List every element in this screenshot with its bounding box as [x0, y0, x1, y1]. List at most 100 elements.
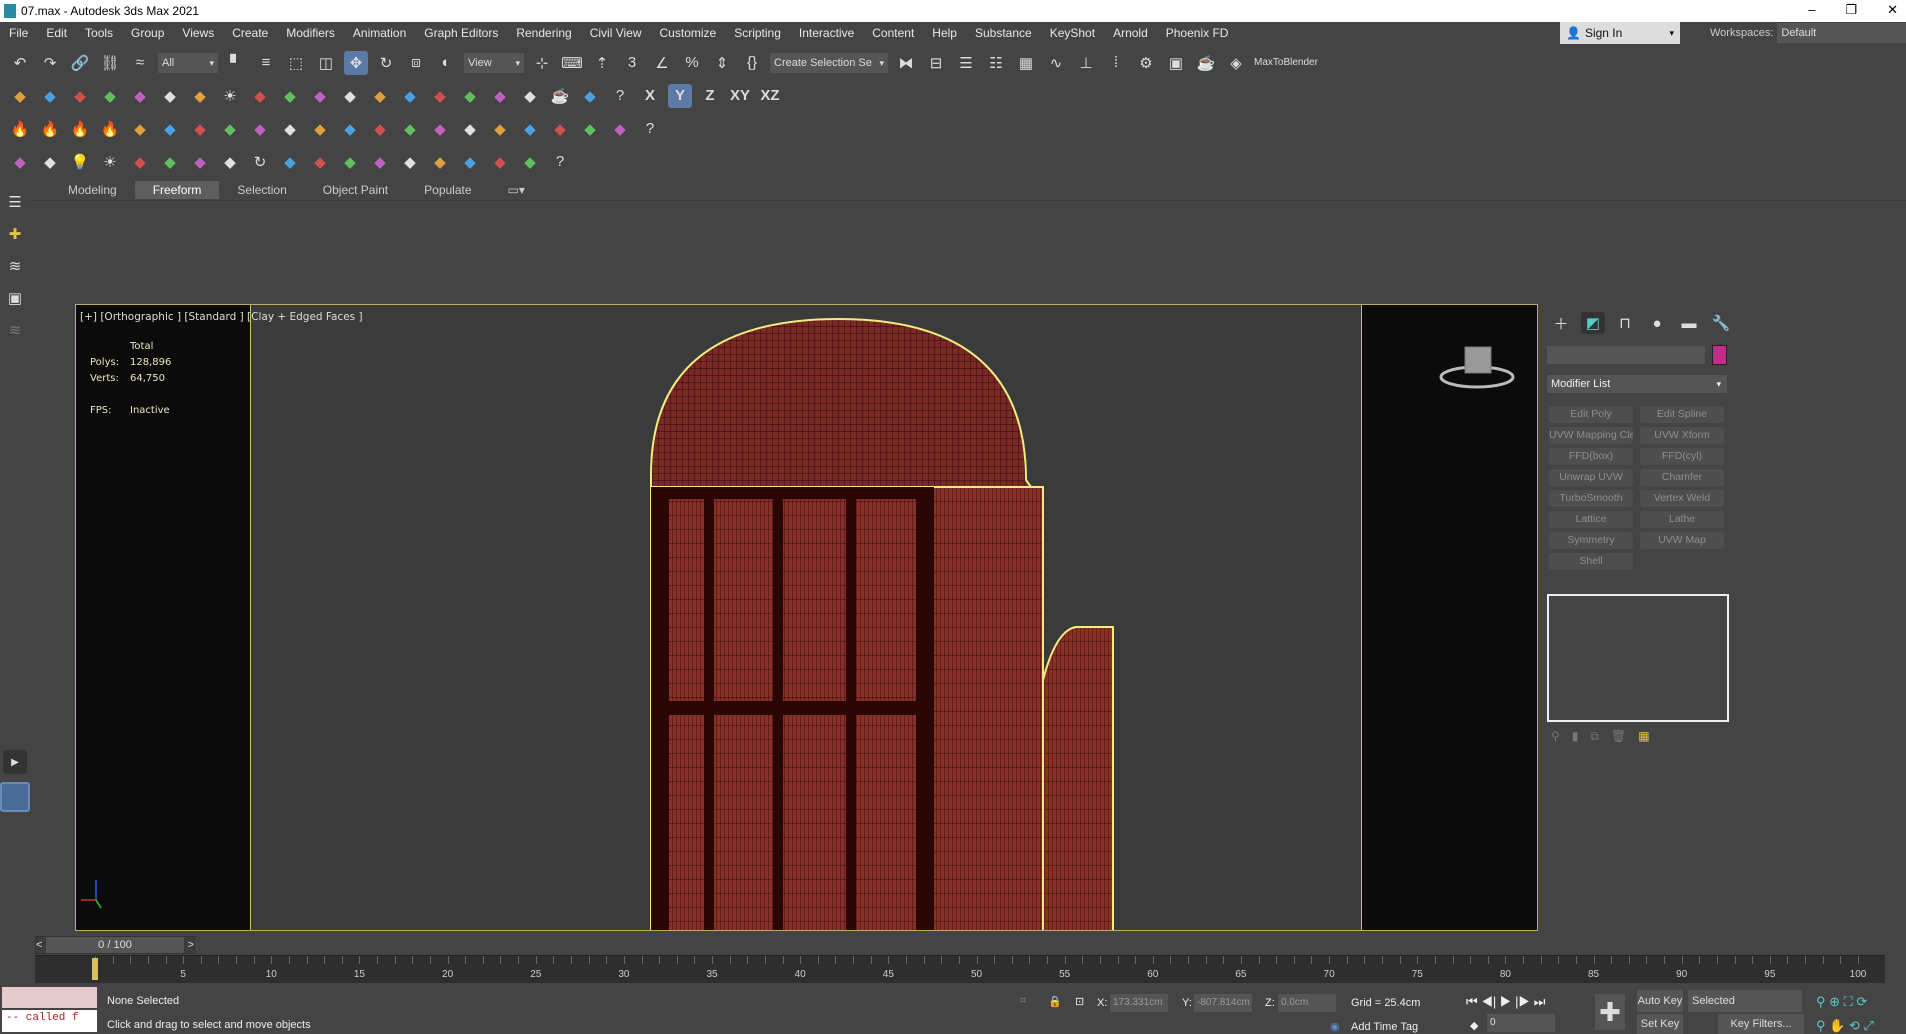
wave-icon[interactable]: ◆: [548, 117, 572, 141]
absolute-mode-icon[interactable]: ⊡: [1075, 995, 1084, 1008]
create-icon[interactable]: ✚: [3, 222, 27, 246]
viewport-nav-controls-2[interactable]: ⚲ ✋ ⟲ ⤢: [1816, 1018, 1874, 1034]
reference-coordinate-dropdown[interactable]: View: [464, 52, 524, 73]
select-icon[interactable]: ▣: [3, 286, 27, 310]
curve-editor-icon[interactable]: ∿: [1044, 51, 1068, 75]
close-button[interactable]: ✕: [1887, 0, 1898, 20]
playback-controls[interactable]: ⏮ ◀| ▶ |▶ ⏭: [1466, 994, 1545, 1010]
modifier-button-symmetry[interactable]: Symmetry: [1549, 532, 1633, 549]
list-icon[interactable]: ◆: [518, 150, 542, 174]
pin-stack-icon[interactable]: ⚲: [1551, 729, 1560, 744]
make-unique-icon[interactable]: ⧉: [1590, 729, 1599, 744]
tab-freeform[interactable]: Freeform: [134, 181, 220, 199]
scale-icon[interactable]: ⧈: [404, 51, 428, 75]
cloud-icon[interactable]: ◆: [218, 117, 242, 141]
selection-filter-dropdown[interactable]: All: [158, 52, 218, 73]
menu-tools[interactable]: Tools: [76, 26, 122, 40]
menu-group[interactable]: Group: [122, 26, 173, 40]
tab-selection[interactable]: Selection: [219, 181, 304, 199]
cone-icon[interactable]: ◆: [188, 84, 212, 108]
link-icon[interactable]: 🔗: [68, 51, 92, 75]
foam-icon[interactable]: ◆: [518, 117, 542, 141]
rotate-icon[interactable]: ↻: [374, 51, 398, 75]
menu-keyshot[interactable]: KeyShot: [1041, 26, 1104, 40]
menu-views[interactable]: Views: [173, 26, 223, 40]
viewport-nav-controls[interactable]: ⚲ ⊕ ⛶ ⟳: [1816, 994, 1867, 1010]
tab-object-paint[interactable]: Object Paint: [305, 181, 406, 199]
angle-snap-icon[interactable]: ∠: [650, 51, 674, 75]
isolate-icon[interactable]: ⌗: [1020, 995, 1026, 1008]
display-icon[interactable]: ▬: [1677, 312, 1701, 334]
select-object-icon[interactable]: ▘: [224, 51, 248, 75]
object-color-swatch[interactable]: [1712, 345, 1727, 365]
modifier-button-uvw-mapping-cle[interactable]: UVW Mapping Cle: [1549, 427, 1633, 444]
y-coordinate[interactable]: -807.814cm: [1194, 994, 1252, 1012]
maxtoblender-label[interactable]: MaxToBlender: [1254, 57, 1318, 68]
menu-content[interactable]: Content: [863, 26, 923, 40]
ribbon-options-icon[interactable]: ▭▾: [490, 181, 543, 199]
sun-icon[interactable]: ☀: [218, 84, 242, 108]
geo-sphere-icon[interactable]: ◆: [278, 84, 302, 108]
box-icon[interactable]: ◆: [68, 84, 92, 108]
modifier-button-edit-spline[interactable]: Edit Spline: [1640, 406, 1724, 423]
layer-explorer-icon[interactable]: ☷: [984, 51, 1008, 75]
menu-civil-view[interactable]: Civil View: [581, 26, 651, 40]
menu-phoenix-fd[interactable]: Phoenix FD: [1157, 26, 1238, 40]
camera-icon[interactable]: ◆: [128, 84, 152, 108]
modifier-stack[interactable]: [1547, 594, 1729, 722]
lock-icon[interactable]: 🔒: [1048, 995, 1062, 1008]
light-icon[interactable]: ◆: [98, 84, 122, 108]
modifier-button-chamfer[interactable]: Chamfer: [1640, 469, 1724, 486]
key-mode-icon[interactable]: ◆: [1470, 1019, 1478, 1032]
object-name-field[interactable]: [1547, 346, 1705, 364]
auto-key-button[interactable]: Auto Key: [1637, 990, 1683, 1012]
selection-lock-icon[interactable]: ⇡: [590, 51, 614, 75]
edit-named-sets-icon[interactable]: {}: [740, 51, 764, 75]
mesh-icon[interactable]: ◆: [428, 84, 452, 108]
scene-explorer-icon[interactable]: ☰: [3, 190, 27, 214]
sphere-emitter-icon[interactable]: ◆: [458, 117, 482, 141]
hair-icon[interactable]: ◆: [398, 84, 422, 108]
add-time-tag[interactable]: Add Time Tag: [1351, 1021, 1418, 1033]
particle-icon[interactable]: ◆: [308, 84, 332, 108]
scene-explorer-icon[interactable]: ☰: [954, 51, 978, 75]
ribbon-toggle-icon[interactable]: ▦: [1014, 51, 1038, 75]
keyboard-shortcut-icon[interactable]: ⌨: [560, 51, 584, 75]
mirror-icon[interactable]: ⧓: [894, 51, 918, 75]
set-key-button[interactable]: Set Key: [1637, 1014, 1683, 1034]
menu-substance[interactable]: Substance: [966, 26, 1041, 40]
render-icon[interactable]: ☕: [1194, 51, 1218, 75]
time-slider-handle[interactable]: [92, 958, 98, 980]
smoke-icon[interactable]: ◆: [128, 117, 152, 141]
axis-constraint-x[interactable]: X: [638, 84, 662, 108]
wave-icon[interactable]: ◆: [158, 117, 182, 141]
material-editor-icon[interactable]: ⁞: [1104, 51, 1128, 75]
select-by-name-icon[interactable]: ≡: [254, 51, 278, 75]
cube-icon[interactable]: ◆: [488, 150, 512, 174]
menu-modifiers[interactable]: Modifiers: [277, 26, 344, 40]
help-icon[interactable]: ?: [608, 84, 632, 108]
fire-icon[interactable]: 🔥: [38, 117, 62, 141]
fire-icon[interactable]: 🔥: [8, 117, 32, 141]
menu-arnold[interactable]: Arnold: [1104, 26, 1157, 40]
sign-in-button[interactable]: 👤 Sign In ▾: [1560, 22, 1680, 44]
key-mode-dropdown[interactable]: Selected: [1688, 990, 1802, 1012]
menu-create[interactable]: Create: [223, 26, 277, 40]
gear-icon[interactable]: ◆: [248, 84, 272, 108]
create-icon[interactable]: ＋: [1549, 312, 1573, 334]
move-icon[interactable]: ✥: [344, 50, 368, 75]
render-iterative-icon[interactable]: ◈: [1224, 51, 1248, 75]
material-icon[interactable]: ◆: [518, 84, 542, 108]
rotate-icon[interactable]: ↻: [248, 150, 272, 174]
help-icon[interactable]: ?: [548, 150, 572, 174]
time-slider[interactable]: <0 / 100 >: [35, 936, 1535, 954]
explosion-icon[interactable]: ◆: [428, 117, 452, 141]
prev-frame-icon[interactable]: <: [36, 939, 42, 951]
globe-icon[interactable]: ◆: [458, 84, 482, 108]
tab-populate[interactable]: Populate: [406, 181, 489, 199]
hierarchy-icon[interactable]: ⊓: [1613, 312, 1637, 334]
modifier-list-dropdown[interactable]: Modifier List: [1547, 375, 1727, 393]
viewport-label[interactable]: [+] [Orthographic ] [Standard ] [Clay + …: [80, 311, 363, 323]
grid-icon[interactable]: ◆: [428, 150, 452, 174]
text-icon[interactable]: ◆: [188, 150, 212, 174]
